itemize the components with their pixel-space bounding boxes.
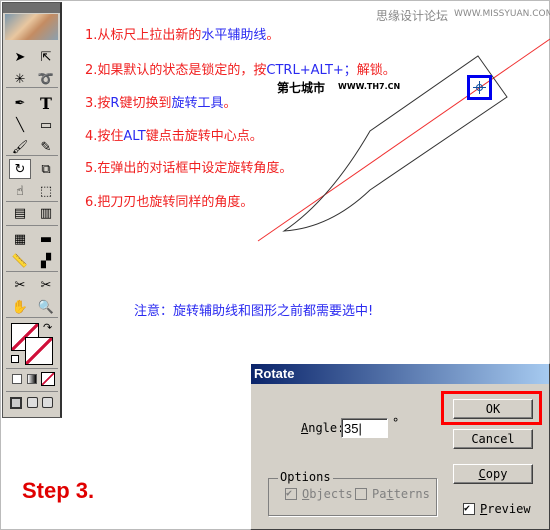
preview-label: Preview [480, 502, 531, 516]
cancel-button[interactable]: Cancel [453, 429, 533, 449]
objects-label: Objects [302, 487, 353, 501]
rotated-guide-line [257, 38, 550, 242]
rotation-center-icon [473, 81, 486, 94]
dialog-title[interactable]: Rotate [251, 364, 549, 384]
preview-checkbox[interactable]: ✔ [463, 503, 475, 515]
angle-label: Angle: [301, 421, 345, 435]
angle-input[interactable]: 35| [341, 418, 388, 438]
ok-highlight-box [441, 391, 542, 425]
step-label: Step 3. [22, 478, 95, 503]
patterns-checkbox[interactable] [355, 488, 367, 500]
copy-button[interactable]: Copy [453, 464, 533, 484]
angle-value: 35 [344, 421, 359, 436]
objects-checkbox[interactable]: ✔ [285, 488, 297, 500]
blade-shape [282, 55, 508, 232]
patterns-label: Patterns [372, 487, 430, 501]
rotate-dialog: Rotate Angle: 35| ° OK Cancel Copy Optio… [250, 363, 550, 530]
options-label: Options [278, 470, 333, 484]
degree-symbol: ° [392, 416, 400, 430]
